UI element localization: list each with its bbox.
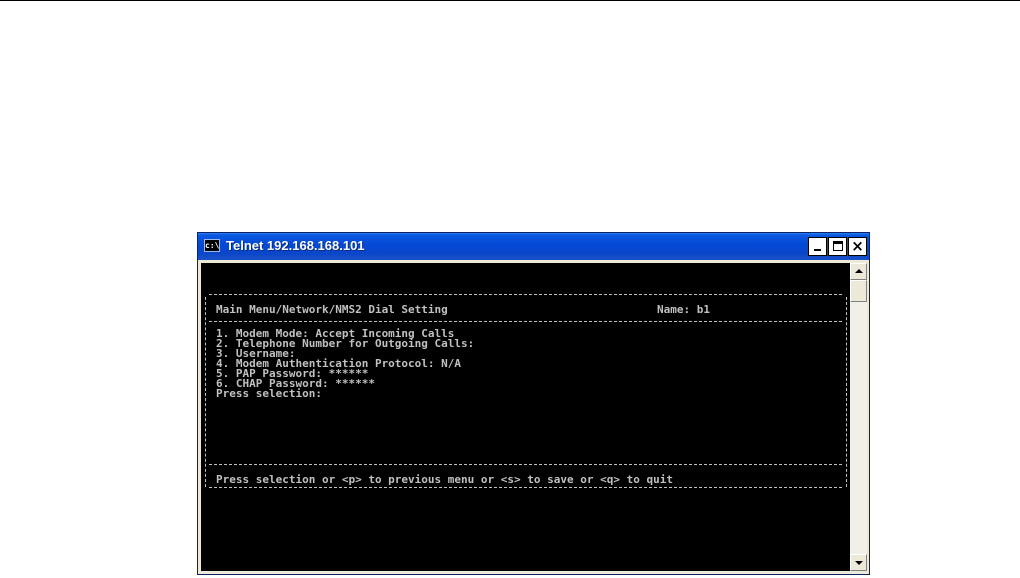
arrow-up-icon xyxy=(855,269,863,273)
menu-path: Main Menu/Network/NMS2 Dial Setting xyxy=(216,303,448,316)
selection-prompt[interactable]: Press selection: xyxy=(216,388,322,399)
scroll-up-button[interactable] xyxy=(850,263,867,280)
terminal-screen[interactable]: Main Menu/Network/NMS2 Dial Setting Name… xyxy=(201,263,850,571)
page-top-rule xyxy=(0,0,1020,1)
header-separator xyxy=(209,321,842,322)
close-icon: × xyxy=(851,237,864,255)
frame-right-border xyxy=(846,297,847,487)
minimize-icon xyxy=(814,249,821,251)
frame-top-border xyxy=(209,294,842,295)
name-field: Name: b1 xyxy=(657,303,710,316)
footer-instructions: Press selection or <p> to previous menu … xyxy=(216,473,673,486)
frame-left-border xyxy=(205,297,206,487)
console-icon[interactable]: c:\ xyxy=(204,239,220,252)
vertical-scrollbar[interactable] xyxy=(850,263,867,571)
telnet-window: c:\ Telnet 192.168.168.101 × Main Menu/N… xyxy=(197,232,870,575)
window-title: Telnet 192.168.168.101 xyxy=(226,238,365,253)
maximize-icon xyxy=(833,241,843,251)
frame-bottom-border xyxy=(209,487,842,488)
scroll-down-button[interactable] xyxy=(850,554,867,571)
close-button[interactable]: × xyxy=(848,237,867,256)
minimize-button[interactable] xyxy=(808,237,827,256)
arrow-down-icon xyxy=(855,561,863,565)
maximize-button[interactable] xyxy=(828,237,847,256)
scroll-thumb[interactable] xyxy=(850,280,867,302)
footer-separator xyxy=(209,464,842,465)
title-bar[interactable]: c:\ Telnet 192.168.168.101 × xyxy=(198,233,869,260)
